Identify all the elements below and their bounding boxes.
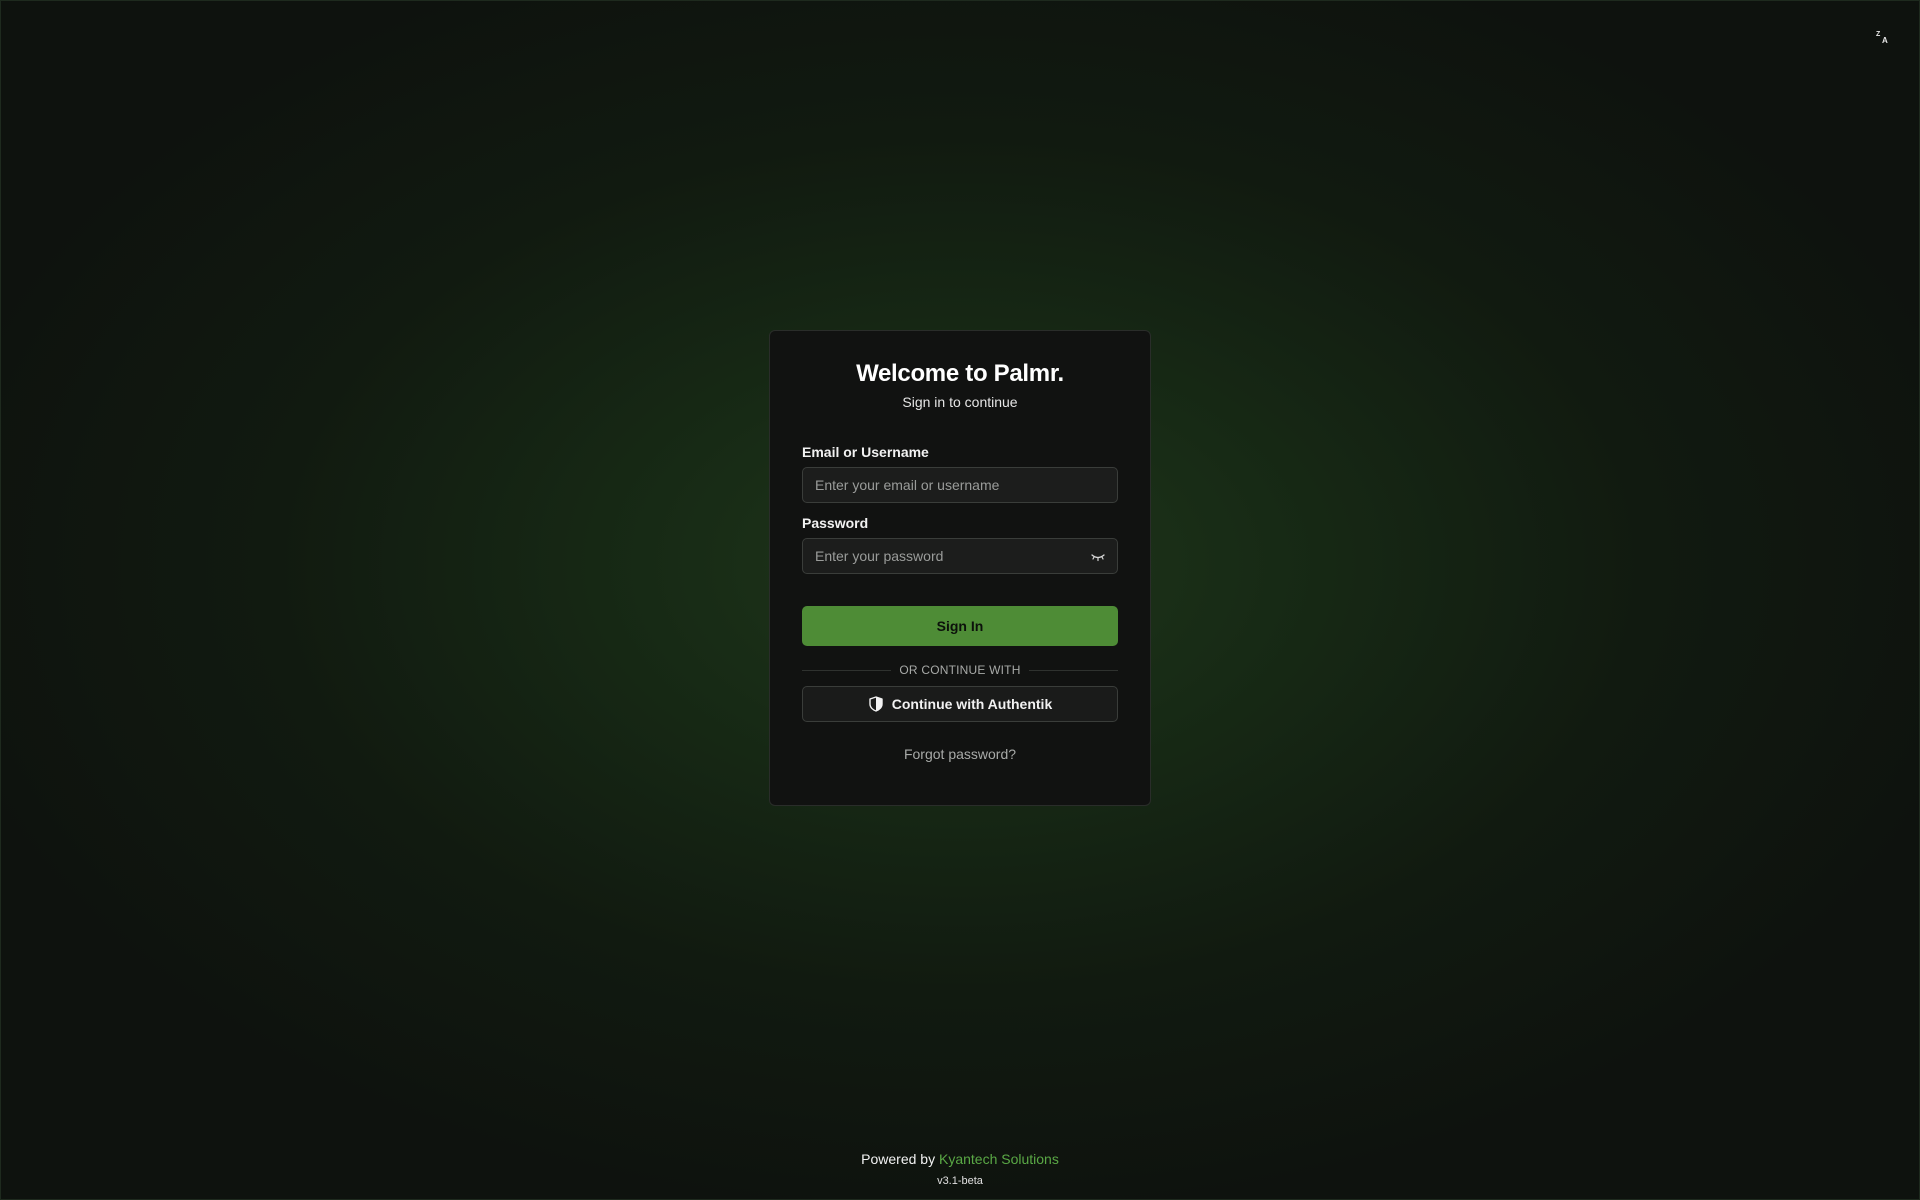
footer: Powered by Kyantech Solutions [0,1149,1920,1169]
translate-icon: Z A [1876,31,1888,45]
page-title: Welcome to Palmr. [856,360,1064,387]
email-field-wrapper [802,467,1118,503]
eye-off-icon [1091,554,1105,562]
email-label: Email or Username [802,444,929,460]
email-field[interactable] [803,468,1117,502]
oauth-divider: OR CONTINUE WITH [802,660,1118,680]
divider-text: OR CONTINUE WITH [891,663,1029,677]
svg-text:A: A [1882,36,1888,45]
toggle-password-visibility-button[interactable] [1089,548,1107,566]
forgot-password-link[interactable]: Forgot password? [904,746,1016,762]
authentik-login-label: Continue with Authentik [891,696,1053,712]
powered-by-text: Powered by [861,1151,936,1167]
sign-in-button[interactable]: Sign In [802,606,1118,646]
password-field-wrapper [802,538,1118,574]
company-link[interactable]: Kyantech Solutions [939,1151,1059,1167]
page-subtitle: Sign in to continue [902,394,1018,410]
password-field[interactable] [803,539,1117,573]
forgot-password-container: Forgot password? [802,744,1118,764]
svg-text:Z: Z [1876,31,1881,38]
password-label: Password [802,515,869,531]
version-label: v3.1-beta [937,1175,983,1187]
language-switcher-button[interactable]: Z A [1870,24,1896,50]
login-card: Welcome to Palmr. Sign in to continue Em… [769,330,1151,806]
authentik-login-button[interactable]: Continue with Authentik [802,686,1118,722]
shield-icon [868,696,884,712]
